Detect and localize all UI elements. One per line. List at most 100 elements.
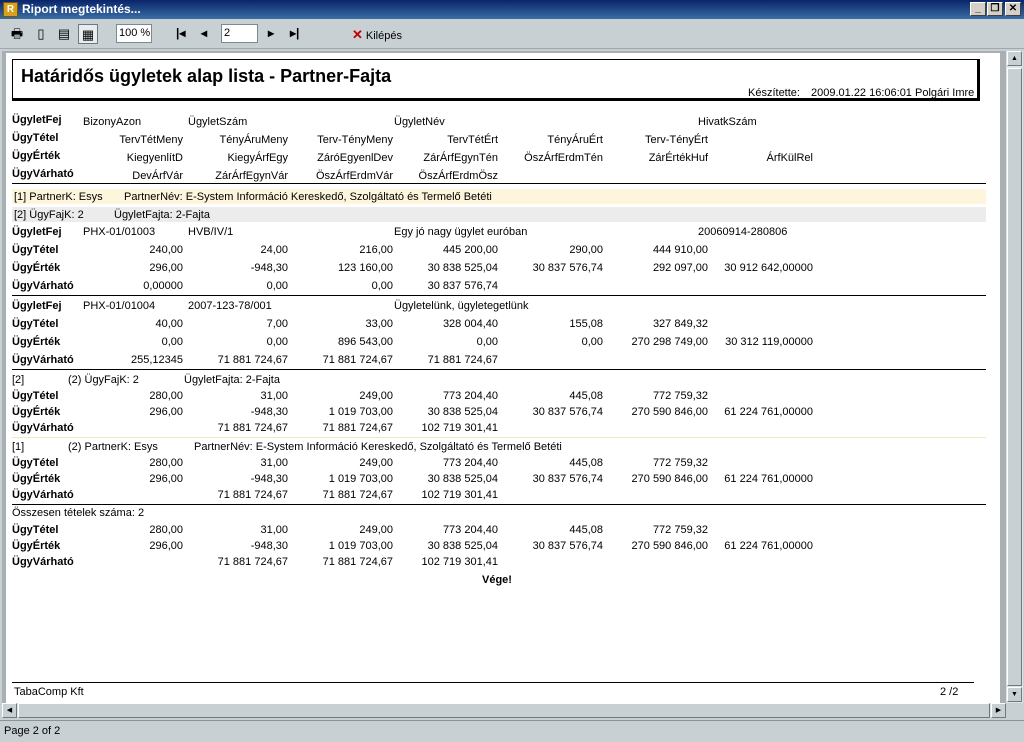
group-fajta: [2] ÜgyFajK: 2 (14, 209, 84, 221)
two-page-icon[interactable]: ▤ (54, 24, 74, 44)
cell-tetel: 327 849,32 (652, 318, 708, 330)
exit-button[interactable]: ✕ Kilépés (352, 27, 402, 43)
print-icon[interactable]: 🖶 (7, 24, 27, 44)
cell-tetel: 240,00 (149, 244, 183, 256)
divider (12, 295, 986, 296)
page-number-input[interactable]: 2 (221, 24, 258, 43)
cell-tetel: 31,00 (260, 457, 288, 469)
cell-tetel: 773 204,40 (442, 524, 498, 536)
zoom-field[interactable]: 100 % (116, 24, 152, 43)
row-label-ertek: ÜgyÉrték (12, 336, 61, 348)
cell-ertek: 270 590 846,00 (631, 473, 708, 485)
scroll-left-icon[interactable]: ◀ (2, 703, 17, 718)
scroll-right-icon[interactable]: ▶ (991, 703, 1006, 718)
toolbar: 🖶 ▯ ▤ ▦ 100 % |◂ ◂ 2 ▸ ▸| ✕ Kilépés (0, 19, 1024, 49)
divider (12, 504, 986, 505)
report-preview-window: R Riport megtekintés... _ ❐ ✕ 🖶 ▯ ▤ ▦ 10… (0, 0, 1024, 742)
cell-tetel: 445,08 (569, 390, 603, 402)
minimize-button[interactable]: _ (970, 2, 986, 16)
report-viewport: Határidős ügyletek alap lista - Partner-… (2, 51, 1006, 703)
deal1-nev: Egy jó nagy ügylet euróban (394, 226, 528, 238)
deal2-bizony: PHX-01/01004 (83, 300, 156, 312)
cell-tetel: 773 204,40 (442, 390, 498, 402)
divider (12, 183, 986, 184)
divider (12, 369, 986, 370)
col-header: ÖszÁrfErdmÖsz (418, 170, 498, 182)
cell-ertek: -948,30 (250, 473, 288, 485)
scroll-down-icon[interactable]: ▼ (1007, 687, 1022, 702)
horizontal-scrollbar[interactable]: ◀ ▶ (2, 703, 1006, 718)
cell-tetel: 445,08 (569, 524, 603, 536)
col-label-tetel: ÜgyTétel (12, 132, 59, 144)
sum-partner-idx: [1] (12, 441, 25, 453)
sum-partner-name: PartnerNév: E-System Információ Keresked… (194, 441, 562, 453)
title-bar: R Riport megtekintés... _ ❐ ✕ (0, 0, 1024, 19)
vertical-scroll-thumb[interactable] (1007, 68, 1022, 686)
cell-ertek: 1 019 703,00 (328, 406, 393, 418)
multi-page-icon[interactable]: ▦ (78, 24, 98, 44)
col-label-ertek: ÜgyÉrték (12, 150, 61, 162)
first-page-icon[interactable]: |◂ (176, 25, 185, 42)
row-label-tetel: ÜgyTétel (12, 457, 59, 469)
cell-varhato: 71 881 724,67 (217, 422, 288, 434)
cell-ertek: 30 838 525,04 (427, 262, 498, 274)
cell-ertek: 270 590 846,00 (631, 540, 708, 552)
report-end: Vége! (482, 574, 512, 586)
close-button[interactable]: ✕ (1005, 2, 1021, 16)
col-header: TervTétÉrt (447, 134, 498, 146)
cell-tetel: 216,00 (359, 244, 393, 256)
cell-ertek: 270 298 749,00 (631, 336, 708, 348)
next-page-icon[interactable]: ▸ (268, 25, 274, 42)
col-header: ÜgyletSzám (188, 116, 248, 128)
cell-varhato: 102 719 301,41 (421, 556, 498, 568)
made-date: 2009.01.22 16:06:01 (811, 87, 912, 99)
made-by-label: Készítette: (748, 87, 800, 99)
cell-tetel: 249,00 (359, 524, 393, 536)
col-header: ÖszÁrfErdmTén (524, 152, 603, 164)
row-label-tetel: ÜgyTétel (12, 390, 59, 402)
cell-tetel: 773 204,40 (442, 457, 498, 469)
cell-tetel: 772 759,32 (652, 524, 708, 536)
col-label-varhato: ÜgyVárható (12, 168, 74, 180)
window-title: Riport megtekintés... (22, 2, 141, 16)
cell-tetel: 249,00 (359, 390, 393, 402)
cell-tetel: 155,08 (569, 318, 603, 330)
single-page-icon[interactable]: ▯ (31, 24, 51, 44)
group-partner-name: PartnerNév: E-System Információ Keresked… (124, 191, 492, 203)
prev-page-icon[interactable]: ◂ (201, 25, 207, 42)
col-header: Terv-TényÉrt (645, 134, 708, 146)
col-header: ZárÁrfEgynVár (215, 170, 288, 182)
cell-tetel: 7,00 (266, 318, 288, 330)
cell-ertek: -948,30 (250, 406, 288, 418)
cell-tetel: 772 759,32 (652, 390, 708, 402)
made-by-name: Polgári Imre (915, 87, 975, 99)
cell-tetel: 445,08 (569, 457, 603, 469)
col-header: KiegyenlítD (126, 152, 183, 164)
row-label-tetel: ÜgyTétel (12, 524, 59, 536)
cell-ertek: 296,00 (149, 406, 183, 418)
footer-page: 2 /2 (940, 686, 959, 698)
row-label-tetel: ÜgyTétel (12, 244, 59, 256)
cell-tetel: 280,00 (149, 524, 183, 536)
col-header: ÖszÁrfErdmVár (315, 170, 393, 182)
col-header: ÜgyletNév (394, 116, 445, 128)
deal1-bizony: PHX-01/01003 (83, 226, 156, 238)
scroll-up-icon[interactable]: ▲ (1007, 51, 1022, 66)
cell-ertek: 30 912 642,00000 (724, 262, 813, 274)
maximize-button[interactable]: ❐ (987, 2, 1003, 16)
cell-tetel: 280,00 (149, 390, 183, 402)
row-label-ertek: ÜgyÉrték (12, 406, 61, 418)
total-label: Összesen tételek száma: 2 (12, 507, 145, 519)
cell-ertek: 30 837 576,74 (532, 540, 603, 552)
deal1-szam: HVB/IV/1 (188, 226, 234, 238)
vertical-scrollbar[interactable]: ▲ ▼ (1006, 51, 1023, 703)
horizontal-scroll-thumb[interactable] (18, 703, 990, 718)
cell-ertek: 123 160,00 (337, 262, 393, 274)
cell-varhato: 71 881 724,67 (322, 422, 393, 434)
row-label-varhato: ÜgyVárható (12, 354, 74, 366)
cell-ertek: 896 543,00 (337, 336, 393, 348)
divider (12, 437, 986, 438)
cell-tetel: 444 910,00 (652, 244, 708, 256)
sum-fajta-name: ÜgyletFajta: 2-Fajta (184, 374, 280, 386)
last-page-icon[interactable]: ▸| (290, 25, 299, 42)
